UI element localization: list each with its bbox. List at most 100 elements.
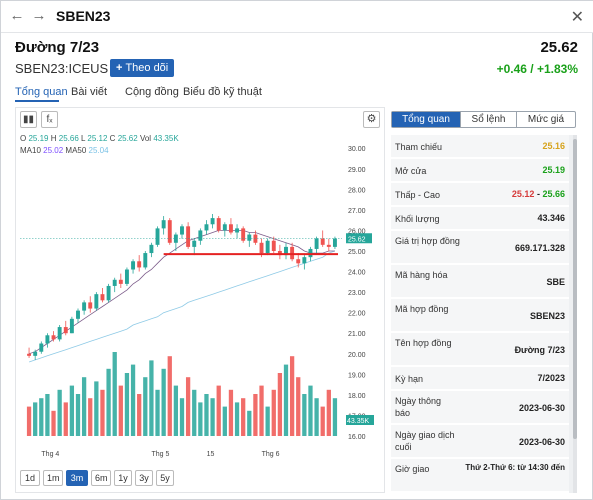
info-rows: Tham chiếu 25.16 Mở cửa 25.19 Thấp - Cao…	[391, 135, 573, 493]
candle-body	[39, 343, 44, 352]
candle-body	[259, 242, 264, 254]
symbol-label: SBEN23:ICEUS	[15, 61, 109, 76]
row-contract-value: Giá trị hợp đồng 669.171.328	[391, 231, 569, 265]
scrollbar-thumb[interactable]	[573, 139, 577, 439]
price-tick-label: 28.00	[348, 187, 366, 194]
candle-body	[149, 244, 154, 254]
candle-body	[51, 335, 56, 340]
arrow-left-icon[interactable]: ←	[9, 8, 25, 24]
volume-bar	[234, 402, 240, 436]
contract-name: Đường 7/23	[15, 39, 100, 56]
tab-technical-chart[interactable]: Biểu đồ kỹ thuật	[183, 86, 262, 98]
segment-order-book[interactable]: Sổ lệnh	[461, 112, 516, 127]
price-tick-label: 18.00	[348, 393, 366, 400]
volume-bar	[167, 356, 172, 436]
follow-button[interactable]: + Theo dõi	[110, 59, 175, 77]
candle-body	[192, 240, 197, 247]
volume-bar	[210, 398, 215, 436]
volume-bar	[100, 389, 105, 436]
volume-bar	[149, 360, 154, 436]
last-price: 25.62	[540, 39, 578, 56]
candle-body	[155, 228, 160, 245]
contract-code-value: SBEN23	[529, 311, 565, 321]
volume-bar	[185, 377, 191, 436]
segment-overview[interactable]: Tổng quan	[392, 112, 460, 127]
volume-bar	[118, 385, 123, 436]
row-term: Kỳ hạn 7/2023	[391, 367, 569, 391]
row-contract-name: Tên hợp đồng Đường 7/23	[391, 333, 569, 367]
volume-bar	[26, 406, 32, 436]
candle-body	[100, 294, 105, 301]
volume-bar	[308, 385, 313, 436]
volume-bar	[112, 352, 117, 436]
candle-body	[186, 226, 191, 247]
volume-bar	[253, 394, 258, 436]
candle-body	[76, 310, 80, 319]
volume-bar	[45, 394, 50, 436]
candle-body	[290, 246, 295, 260]
volume-bar	[69, 385, 75, 436]
range-3y[interactable]: 3y	[135, 470, 153, 486]
range-1m[interactable]: 1m	[43, 470, 63, 486]
volume-bar	[192, 389, 197, 436]
range-6m[interactable]: 6m	[91, 470, 111, 486]
candle-body	[332, 238, 337, 247]
volume-bar	[259, 385, 264, 436]
tab-community[interactable]: Cộng đồng	[125, 86, 179, 98]
tab-overview[interactable]: Tổng quan	[15, 86, 68, 98]
info-segment-control: Tổng quan Sổ lệnh Mức giá	[391, 111, 576, 128]
candle-body	[253, 234, 258, 243]
volume-bar	[296, 377, 301, 436]
volume-bar	[173, 385, 179, 436]
indicator-fx-icon[interactable]: fₓ	[41, 111, 58, 128]
segment-price-levels[interactable]: Mức giá	[517, 112, 575, 127]
range-1d[interactable]: 1d	[20, 470, 40, 486]
volume-bar	[289, 356, 295, 436]
candle-body	[241, 228, 246, 241]
arrow-right-icon[interactable]: →	[31, 8, 47, 24]
volume-value: 43.346	[537, 213, 565, 223]
time-tick-label: Thg 4	[41, 451, 59, 458]
info-scrollbar[interactable]	[573, 135, 577, 493]
gear-icon[interactable]: ⚙	[363, 111, 380, 128]
candle-body	[302, 257, 307, 264]
range-5y[interactable]: 5y	[156, 470, 174, 486]
volume-bar	[332, 398, 338, 436]
volume-bar	[222, 406, 227, 436]
volume-bar	[271, 389, 276, 436]
price-tick-label: 23.00	[348, 290, 366, 297]
volume-bar	[241, 398, 246, 436]
price-tick-label: 29.00	[348, 167, 366, 174]
window-title: SBEN23	[56, 8, 111, 24]
candle-body	[137, 261, 142, 268]
range-3m[interactable]: 3m	[66, 470, 88, 486]
close-icon[interactable]: ✕	[571, 7, 584, 27]
active-tab-indicator	[15, 100, 59, 102]
volume-bar	[63, 402, 68, 436]
candle-body	[235, 228, 240, 233]
candle-body	[112, 279, 117, 286]
candle-style-icon[interactable]: ▮▮	[20, 111, 37, 128]
candle-body	[204, 224, 209, 231]
tab-articles[interactable]: Bài viết	[71, 86, 107, 98]
notice-date-value: 2023-06-30	[518, 403, 565, 413]
range-1y[interactable]: 1y	[114, 470, 132, 486]
candle-body	[247, 234, 252, 241]
candle-body	[45, 335, 50, 344]
volume-bar	[283, 364, 289, 436]
last-price-tag-label: 25.62	[348, 236, 366, 243]
candle-body	[296, 259, 301, 264]
candle-body	[124, 269, 129, 284]
quote-window: ← → SBEN23 ✕ Đường 7/23 25.62 SBEN23:ICE…	[0, 0, 593, 500]
volume-bar	[94, 381, 99, 436]
candle-body	[106, 285, 111, 301]
time-tick-label: Thg 6	[262, 451, 280, 458]
candle-body	[143, 253, 148, 268]
volume-bar	[314, 398, 319, 436]
price-chart[interactable]: 30.0029.0028.0027.0026.0025.0024.0023.00…	[16, 130, 384, 468]
volume-bar	[106, 368, 111, 436]
volume-bar	[277, 373, 283, 436]
contract-value: 669.171.328	[514, 243, 565, 253]
candle-body	[326, 244, 331, 247]
volume-bar	[320, 406, 325, 436]
